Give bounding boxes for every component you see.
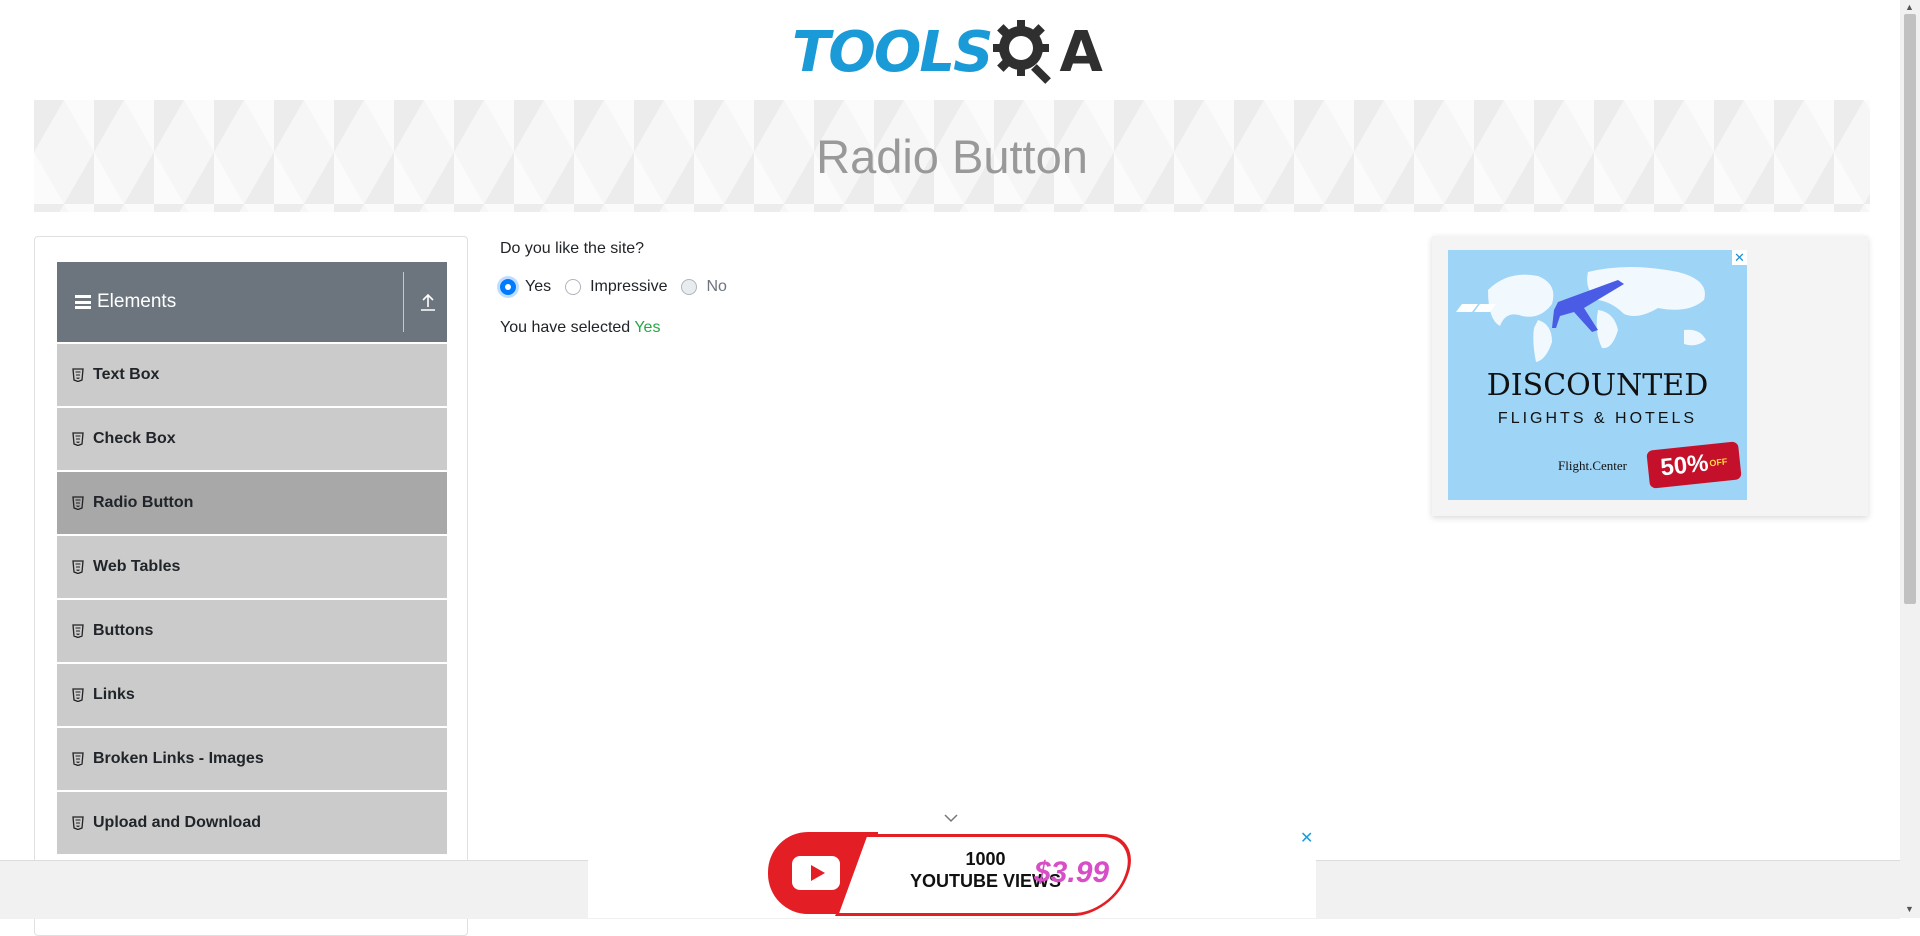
page-banner: Radio Button	[34, 100, 1870, 212]
sidebar-item-label: Upload and Download	[93, 814, 261, 831]
youtube-play-icon	[792, 856, 840, 890]
page-title: Radio Button	[816, 129, 1088, 183]
gear-magnifier-icon	[993, 20, 1052, 84]
ad-close-icon[interactable]: ✕	[1732, 250, 1747, 265]
radio-impressive-circle[interactable]	[565, 279, 582, 295]
sidebar-item-label: Links	[93, 686, 135, 703]
radio-no: No	[681, 278, 727, 296]
scrollbar[interactable]: ▲ ▼	[1900, 0, 1920, 918]
radio-yes[interactable]: Yes	[500, 278, 551, 296]
html5-icon	[72, 688, 84, 702]
sidebar-panel: Elements Text Box Check Box Radio Button…	[34, 236, 468, 936]
discount-value: 50%	[1659, 449, 1710, 482]
collapse-arrow-icon[interactable]	[419, 292, 437, 312]
ad-subtitle: FLIGHTS & HOTELS	[1497, 410, 1698, 427]
radio-yes-label[interactable]: Yes	[525, 278, 551, 296]
sidebar-item-label: Buttons	[93, 622, 154, 639]
ad-title: DISCOUNTED	[1486, 368, 1709, 403]
html5-icon	[72, 560, 84, 574]
sidebar-item-label: Web Tables	[93, 558, 181, 575]
sidebar-item-label: Text Box	[93, 366, 160, 383]
logo-text: TOOLS	[792, 19, 993, 85]
group-header-elements[interactable]: Elements	[57, 262, 447, 342]
radio-no-label: No	[706, 278, 727, 295]
html5-icon	[72, 368, 84, 382]
header: TOOLS A	[0, 0, 1900, 100]
html5-icon	[72, 432, 84, 446]
sidebar-item-text-box[interactable]: Text Box	[57, 344, 447, 406]
html5-icon	[72, 752, 84, 766]
radio-impressive-label[interactable]: Impressive	[590, 278, 667, 296]
world-map-illustration	[1456, 267, 1706, 362]
group-title: Elements	[97, 291, 177, 312]
radio-group: Yes Impressive No	[500, 278, 741, 296]
result-prefix: You have selected	[500, 319, 631, 336]
scroll-up-arrow-icon[interactable]: ▲	[1905, 2, 1914, 12]
logo-text-a: A	[1059, 19, 1103, 85]
ad-price: $3.99	[1034, 856, 1110, 889]
sidebar-item-links[interactable]: Links	[57, 664, 447, 726]
result-value: Yes	[634, 319, 661, 336]
sidebar-item-upload-and-download[interactable]: Upload and Download	[57, 792, 447, 854]
flight-ad[interactable]: ✕ DISCOUNTED FLIGHTS & HOTELS Flight.Cen…	[1448, 250, 1747, 500]
sidebar-item-buttons[interactable]: Buttons	[57, 600, 447, 662]
toolsqa-logo[interactable]: TOOLS A	[792, 14, 1103, 90]
radio-impressive[interactable]: Impressive	[565, 278, 667, 296]
youtube-views-ad[interactable]: 1000 YOUTUBE VIEWS $3.99	[588, 828, 1316, 918]
radio-no-circle	[681, 279, 698, 295]
html5-icon	[72, 624, 84, 638]
sidebar-item-web-tables[interactable]: Web Tables	[57, 536, 447, 598]
chevron-down-icon[interactable]	[942, 812, 960, 824]
result-text: You have selected Yes	[500, 319, 660, 337]
sidebar-item-radio-button[interactable]: Radio Button	[57, 472, 447, 534]
bottom-ad-close-icon[interactable]: ✕	[1300, 828, 1313, 848]
question-text: Do you like the site?	[500, 240, 645, 257]
sidebar-item-label: Check Box	[93, 430, 176, 447]
header-divider	[403, 272, 404, 332]
discount-suffix: OFF	[1708, 456, 1728, 469]
html5-icon	[72, 816, 84, 830]
radio-yes-circle[interactable]	[500, 279, 516, 295]
sidebar-item-label: Radio Button	[93, 494, 194, 511]
sidebar-item-label: Broken Links - Images	[93, 750, 264, 767]
html5-icon	[72, 496, 84, 510]
scroll-down-arrow-icon[interactable]: ▼	[1905, 904, 1914, 914]
right-ad-container: ✕ DISCOUNTED FLIGHTS & HOTELS Flight.Cen…	[1432, 236, 1868, 516]
scrollbar-thumb[interactable]	[1904, 14, 1916, 604]
ad-brand: Flight.Center	[1558, 458, 1627, 473]
hamburger-icon	[75, 295, 91, 309]
sidebar-menu: Text Box Check Box Radio Button Web Tabl…	[57, 344, 447, 856]
sidebar-item-broken-links-images[interactable]: Broken Links - Images	[57, 728, 447, 790]
discount-tag: 50% OFF	[1646, 441, 1742, 489]
sidebar-item-check-box[interactable]: Check Box	[57, 408, 447, 470]
